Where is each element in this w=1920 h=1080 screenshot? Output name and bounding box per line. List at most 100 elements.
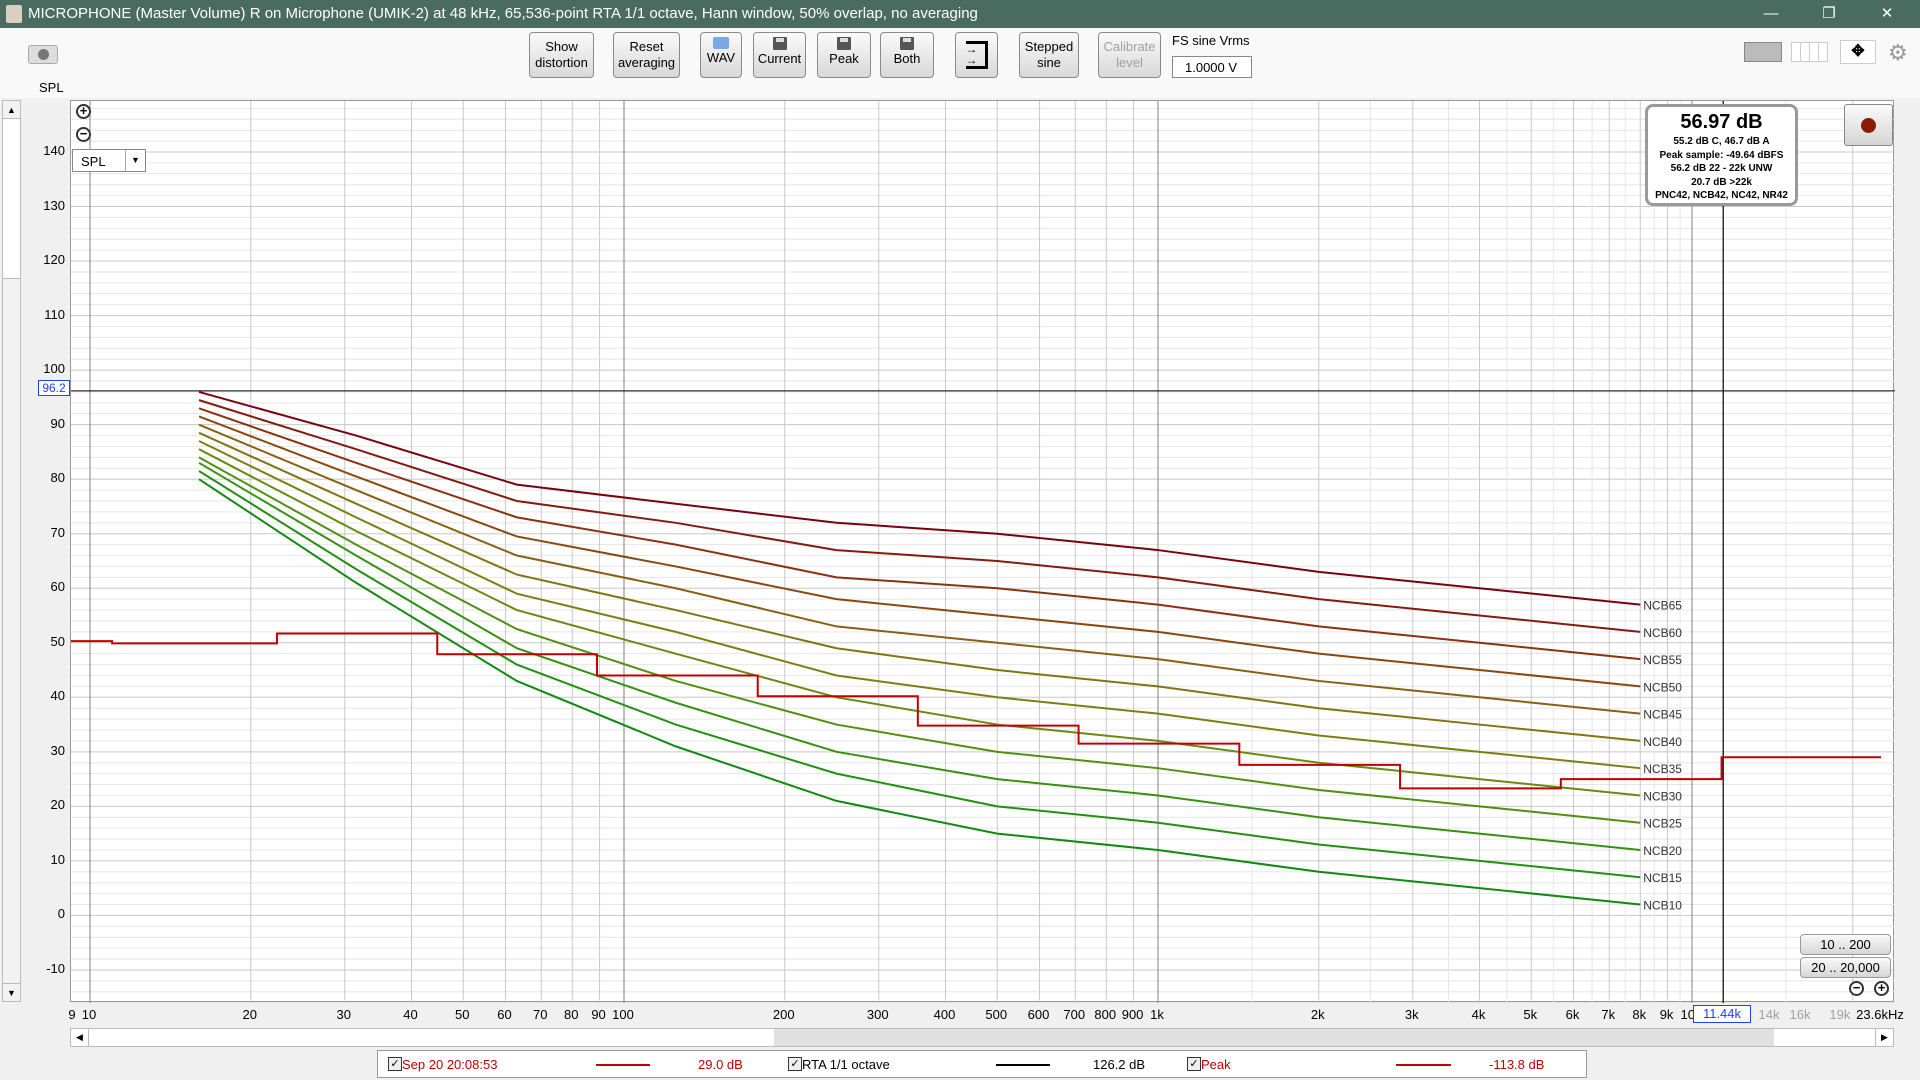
save-icon — [900, 37, 914, 50]
wav-button[interactable]: WAV — [700, 32, 742, 78]
record-button[interactable] — [1844, 104, 1893, 146]
legend-value: 126.2 dB — [1093, 1057, 1146, 1072]
fs-sine-input[interactable]: 1.0000 V — [1172, 56, 1252, 78]
zoom-in-y-icon[interactable]: + — [76, 104, 91, 119]
label: averaging — [617, 55, 676, 70]
chevron-down-icon[interactable]: ▼ — [125, 150, 145, 171]
export-button[interactable]: → → — [955, 32, 998, 78]
toolbar: Show distortion Reset averaging WAV Curren… — [0, 28, 1920, 98]
y-tick-label: 70 — [50, 524, 65, 540]
stepped-sine-button[interactable]: Stepped sine — [1019, 32, 1079, 78]
gear-icon[interactable]: ⚙ — [1888, 40, 1908, 66]
x-tick-label: 100 — [612, 1007, 634, 1022]
scroll-up-arrow[interactable]: ▲ — [3, 101, 20, 119]
range-20-20000-button[interactable]: 20 .. 20,000 — [1800, 957, 1891, 978]
save-icon — [772, 37, 787, 50]
x-tick-label: 40 — [403, 1007, 418, 1022]
ncb-curve-ncb15 — [198, 470, 1641, 879]
columns-icon[interactable] — [1791, 42, 1828, 62]
range-10-200-button[interactable]: 10 .. 200 — [1800, 934, 1891, 955]
x-tick-label: 4k — [1471, 1007, 1486, 1022]
calibrate-level-button[interactable]: Calibrate level — [1098, 32, 1161, 78]
restore-button[interactable]: ❐ — [1806, 0, 1852, 28]
label: sine — [1037, 55, 1061, 70]
camera-icon[interactable] — [28, 45, 58, 64]
ncb-curve-ncb60 — [198, 399, 1641, 633]
legend-swatch — [1396, 1064, 1451, 1066]
fs-sine-label: FS sine Vrms — [1172, 33, 1250, 48]
y-tick-label: 100 — [43, 361, 65, 377]
y-tick-label: 50 — [50, 633, 65, 649]
spl-readout-panel: 56.97 dB 55.2 dB C, 46.7 dB A Peak sampl… — [1645, 104, 1798, 206]
label: Peak — [829, 51, 859, 66]
readout-line: 55.2 dB C, 46.7 dB A — [1673, 136, 1770, 147]
zoom-out-x-icon[interactable]: − — [1849, 981, 1864, 996]
layout-icon[interactable] — [1744, 42, 1782, 62]
zoom-out-y-icon[interactable]: − — [76, 127, 91, 142]
y-tick-label: 40 — [50, 688, 65, 704]
y-tick-label: -10 — [46, 960, 65, 976]
x-tick-label: 90 — [591, 1007, 606, 1022]
save-icon — [837, 37, 851, 50]
spl-main-value: 56.97 dB — [1680, 111, 1763, 133]
y-tick-label: 110 — [44, 306, 65, 322]
x-tick-label: 6k — [1565, 1007, 1580, 1022]
label: Reset — [629, 39, 664, 54]
cursor-y-readout: 96.2 — [38, 380, 70, 396]
x-tick-label: 1k — [1150, 1007, 1164, 1022]
legend-checkbox-peak[interactable]: ✓ — [1187, 1057, 1201, 1071]
cursor-x-readout: 11.44k — [1693, 1005, 1751, 1023]
move-arrows-icon[interactable]: ✥ — [1840, 40, 1876, 64]
horizontal-scrollbar[interactable]: ◀ ▶ — [70, 1028, 1894, 1047]
y-tick-label: 140 — [43, 143, 65, 158]
readout-line: Peak sample: -49.64 dBFS — [1659, 149, 1784, 161]
y-axis-label: SPL — [39, 80, 64, 95]
reset-averaging-button[interactable]: Reset averaging — [613, 32, 680, 78]
y-tick-label: 80 — [50, 470, 65, 486]
x-tick-label: 200 — [772, 1007, 795, 1022]
ncb-curve-ncb20 — [198, 461, 1641, 851]
legend-checkbox-measurement[interactable]: ✓ — [388, 1057, 402, 1071]
x-tick-label: 16k — [1789, 1007, 1811, 1022]
x-tick-label: 50 — [455, 1007, 470, 1022]
x-tick-label: 10 — [81, 1007, 97, 1022]
readout-line: 20.7 dB >22k — [1691, 176, 1752, 188]
legend-name: Peak — [1201, 1057, 1231, 1072]
folder-icon — [713, 37, 729, 49]
app-icon — [6, 5, 22, 23]
legend-value: -113.8 dB — [1489, 1057, 1545, 1072]
label: Both — [893, 51, 921, 66]
ncb-label: NCB40 — [1643, 735, 1682, 749]
ncb-label: NCB20 — [1643, 844, 1682, 858]
x-tick-label: 80 — [564, 1007, 579, 1022]
scroll-down-arrow[interactable]: ▼ — [3, 983, 20, 1001]
x-tick-label: 600 — [1027, 1007, 1050, 1022]
legend-swatch — [596, 1064, 650, 1066]
label: level — [1116, 55, 1143, 70]
minimize-button[interactable]: — — [1748, 0, 1794, 28]
ncb-label: NCB25 — [1643, 817, 1682, 831]
save-both-button[interactable]: Both — [880, 32, 934, 78]
x-tick-label: 9 — [68, 1007, 76, 1022]
x-tick-label: 700 — [1063, 1007, 1086, 1022]
legend-name: Sep 20 20:08:53 — [402, 1057, 498, 1072]
scroll-thumb[interactable] — [774, 1029, 1774, 1046]
legend-bar: ✓ Sep 20 20:08:53 29.0 dB ✓ RTA 1/1 octa… — [377, 1050, 1587, 1078]
x-tick-label: 3k — [1404, 1007, 1419, 1022]
legend-checkbox-rta[interactable]: ✓ — [788, 1057, 802, 1071]
close-button[interactable]: ✕ — [1864, 0, 1910, 28]
x-tick-label: 9k — [1659, 1007, 1674, 1022]
scroll-right-arrow[interactable]: ▶ — [1875, 1029, 1893, 1046]
y-axis-select-value: SPL — [81, 154, 106, 169]
save-peak-button[interactable]: Peak — [817, 32, 871, 78]
ncb-label: NCB30 — [1643, 789, 1682, 803]
zoom-in-x-icon[interactable]: + — [1874, 981, 1889, 996]
scroll-left-arrow[interactable]: ◀ — [71, 1029, 89, 1046]
x-tick-label: 900 — [1121, 1007, 1144, 1022]
x-tick-label: 300 — [866, 1007, 889, 1022]
show-distortion-button[interactable]: Show distortion — [529, 32, 594, 78]
x-tick-label: 20 — [242, 1007, 257, 1022]
y-axis-select[interactable]: SPL ▼ — [72, 149, 146, 172]
save-current-button[interactable]: Current — [753, 32, 806, 78]
rta-plot[interactable]: NCB65 NCB60 NCB55 NCB50 NCB45 NCB40 NCB35 NCB30… — [70, 100, 1895, 1003]
